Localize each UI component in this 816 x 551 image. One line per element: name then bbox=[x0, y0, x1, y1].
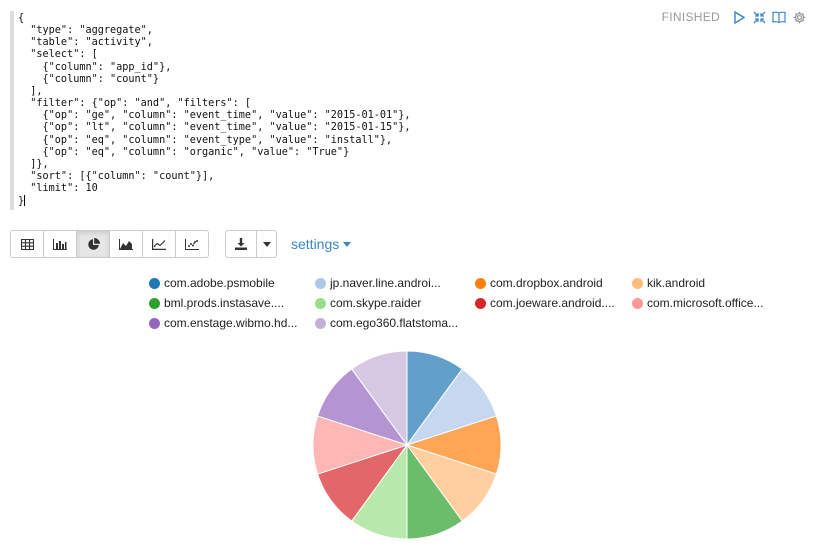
code-line: { bbox=[18, 13, 25, 24]
gear-icon[interactable] bbox=[792, 10, 806, 24]
code-line: {"column": "count"} bbox=[18, 73, 160, 85]
scatter-chart-icon bbox=[185, 238, 199, 250]
code-editor[interactable]: { "type": "aggregate", "table": "activit… bbox=[10, 11, 614, 210]
code-line: {"op": "eq", "column": "organic", "value… bbox=[18, 146, 350, 158]
legend-item[interactable]: com.skype.raider bbox=[315, 296, 421, 310]
download-dropdown-button[interactable] bbox=[257, 230, 277, 258]
collapse-icon[interactable] bbox=[752, 10, 766, 24]
code-line: ], bbox=[18, 85, 43, 97]
download-button[interactable] bbox=[225, 230, 257, 258]
legend-label: com.enstage.wibmo.hd... bbox=[164, 316, 298, 330]
legend-label: bml.prods.instasave.... bbox=[164, 296, 285, 310]
book-icon[interactable] bbox=[772, 10, 786, 24]
settings-label: settings bbox=[291, 236, 340, 252]
code-line: {"op": "ge", "column": "event_time", "va… bbox=[18, 110, 411, 122]
code-line: ]}, bbox=[18, 158, 49, 170]
play-icon[interactable] bbox=[732, 10, 746, 24]
bar-chart-button[interactable] bbox=[43, 230, 77, 258]
legend-dot bbox=[315, 297, 326, 309]
legend-label: com.joeware.android.... bbox=[490, 296, 615, 310]
table-view-button[interactable] bbox=[10, 230, 44, 258]
line-chart-icon bbox=[152, 238, 166, 250]
legend-dot bbox=[475, 277, 486, 289]
area-chart-icon bbox=[119, 238, 133, 250]
download-icon bbox=[235, 238, 247, 250]
legend-item[interactable]: com.adobe.psmobile bbox=[149, 276, 275, 290]
paragraph-status-bar: FINISHED bbox=[662, 9, 806, 25]
legend-label: com.microsoft.office... bbox=[647, 296, 764, 310]
text-cursor bbox=[24, 195, 26, 207]
legend-dot bbox=[149, 317, 160, 329]
legend-label: com.skype.raider bbox=[330, 296, 422, 310]
chart-type-group bbox=[10, 230, 209, 258]
status-text: FINISHED bbox=[661, 10, 720, 24]
pie-chart bbox=[312, 350, 502, 540]
query-code: { "type": "aggregate", "table": "activit… bbox=[14, 11, 614, 209]
legend-dot bbox=[149, 297, 160, 309]
legend-label: com.dropbox.android bbox=[490, 276, 603, 290]
legend-label: com.adobe.psmobile bbox=[164, 276, 275, 290]
legend-dot bbox=[632, 297, 643, 309]
legend-dot bbox=[475, 297, 486, 309]
code-line: "limit": 10 bbox=[18, 183, 98, 195]
bar-chart-icon bbox=[53, 238, 67, 250]
code-line: {"op": "eq", "column": "event_type", "va… bbox=[18, 134, 393, 146]
code-line: {"op": "lt", "column": "event_time", "va… bbox=[18, 122, 411, 134]
code-line: "sort": [{"column": "count"}], bbox=[18, 171, 215, 183]
legend-label: kik.android bbox=[647, 276, 706, 290]
legend-item[interactable]: bml.prods.instasave.... bbox=[149, 296, 284, 310]
legend-item[interactable]: jp.naver.line.androi... bbox=[315, 276, 441, 290]
code-line: "filter": {"op": "and", "filters": [ bbox=[18, 98, 252, 110]
legend-label: jp.naver.line.androi... bbox=[330, 276, 441, 290]
area-chart-button[interactable] bbox=[109, 230, 143, 258]
table-icon bbox=[20, 238, 34, 250]
legend-label: com.ego360.flatstoma... bbox=[330, 316, 459, 330]
legend-item[interactable]: com.enstage.wibmo.hd... bbox=[149, 316, 297, 330]
legend-item[interactable]: com.ego360.flatstoma... bbox=[315, 316, 458, 330]
code-line: "table": "activity", bbox=[18, 37, 153, 49]
pie-chart-icon bbox=[87, 237, 100, 250]
pie-chart-button[interactable] bbox=[76, 230, 110, 258]
legend-item[interactable]: kik.android bbox=[632, 276, 705, 290]
legend-dot bbox=[632, 277, 643, 289]
scatter-chart-button[interactable] bbox=[175, 230, 209, 258]
legend-item[interactable]: com.microsoft.office... bbox=[632, 296, 763, 310]
code-line: "type": "aggregate", bbox=[18, 25, 153, 37]
settings-toggle[interactable]: settings bbox=[291, 236, 352, 252]
line-chart-button[interactable] bbox=[142, 230, 176, 258]
legend-item[interactable]: com.dropbox.android bbox=[475, 276, 603, 290]
code-line: {"column": "app_id"}, bbox=[18, 61, 172, 73]
legend-dot bbox=[315, 277, 326, 289]
legend-item[interactable]: com.joeware.android.... bbox=[475, 296, 615, 310]
code-line: "select": [ bbox=[18, 49, 98, 61]
legend-dot bbox=[149, 277, 160, 289]
caret-down-icon bbox=[343, 241, 352, 247]
legend-dot bbox=[315, 317, 326, 329]
download-group bbox=[225, 230, 277, 258]
visualization-toolbar: settings bbox=[10, 229, 352, 259]
caret-down-icon bbox=[262, 241, 271, 247]
